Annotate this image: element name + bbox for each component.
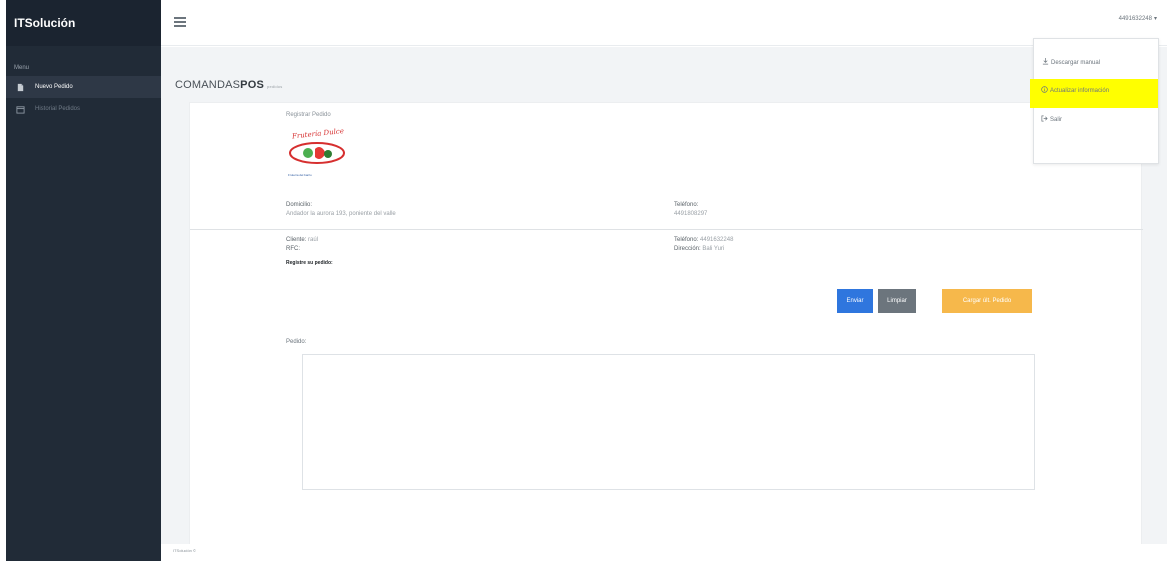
rfc-label: RFC: — [286, 246, 300, 252]
load-last-order-button[interactable]: Cargar últ. Pedido — [942, 289, 1032, 313]
section-divider — [190, 229, 1143, 230]
menu-heading: Menu — [14, 65, 30, 71]
cliente-label: Cliente: — [286, 237, 307, 243]
sidebar-item-historial-pedidos[interactable]: Historial Pedidos — [6, 98, 161, 120]
menu-item-label: Salir — [1050, 116, 1063, 123]
page-title-light: COMANDAS — [175, 79, 241, 91]
user-menu-toggle[interactable]: 4491632248 ▾ — [1118, 15, 1157, 23]
registro-label: Registre su pedido: — [286, 260, 333, 266]
hamburger-menu-icon[interactable] — [174, 17, 186, 29]
topbar: 4491632248 ▾ — [161, 0, 1167, 46]
app-root: ITSolución Menu Nuevo Pedido Historial P… — [0, 0, 1167, 561]
sidebar-item-label: Nuevo Pedido — [35, 84, 73, 90]
caret-down-icon: ▾ — [1153, 16, 1157, 22]
page-subtitle: pedidos — [267, 84, 283, 89]
pedido-label: Pedido: — [286, 339, 307, 345]
send-button[interactable]: Enviar — [837, 289, 873, 313]
form-title: Registrar Pedido — [286, 112, 331, 118]
telefono-cliente-value: 4491632248 — [700, 237, 734, 243]
direccion-value: Bali Yuri — [702, 246, 725, 252]
cliente-contact-block: Teléfono: 4491632248 Dirección: Bali Yur… — [674, 236, 733, 254]
user-phone: 4491632248 — [1118, 15, 1152, 22]
order-form-card: Registrar Pedido Frutería Dulce Frutería… — [189, 102, 1143, 551]
page-title: COMANDASPOS pedidos — [175, 79, 282, 91]
telefono-label: Teléfono: — [674, 202, 699, 208]
telefono-value: 4491808297 — [674, 211, 708, 217]
footer: ITSolución © — [161, 544, 1167, 561]
main-content: COMANDASPOS pedidos Registrar Pedido Frut… — [161, 47, 1167, 561]
file-icon — [16, 83, 25, 92]
direccion-label: Dirección: — [674, 246, 701, 252]
brand-logo[interactable]: ITSolución — [6, 0, 161, 46]
menu-item-actualizar-informacion[interactable]: Actualizar información — [1041, 86, 1109, 95]
telefono-block: Teléfono: 4491808297 — [674, 201, 707, 219]
menu-item-label: Actualizar información — [1050, 87, 1110, 94]
domicilio-value: Andador la aurora 193, poniente del vall… — [286, 211, 396, 217]
telefono-cliente-label: Teléfono: — [674, 237, 699, 243]
menu-item-descargar-manual[interactable]: Descargar manual — [1042, 58, 1100, 67]
store-logo: Frutería Dulce — [286, 127, 348, 173]
footer-text: ITSolución © — [173, 548, 196, 553]
calendar-icon — [16, 105, 25, 114]
sidebar: ITSolución Menu Nuevo Pedido Historial P… — [6, 0, 161, 561]
domicilio-block: Domicilio: Andador la aurora 193, ponien… — [286, 201, 396, 219]
svg-text:Frutería Dulce: Frutería Dulce — [291, 127, 345, 141]
pedido-textarea[interactable] — [302, 354, 1035, 490]
menu-item-salir[interactable]: Salir — [1041, 115, 1062, 124]
sidebar-item-nuevo-pedido[interactable]: Nuevo Pedido — [6, 76, 161, 98]
sidebar-item-label: Historial Pedidos — [35, 106, 81, 112]
menu-item-label: Descargar manual — [1051, 59, 1101, 66]
download-icon — [1042, 58, 1049, 67]
cliente-value: raúl — [308, 237, 319, 243]
clear-button[interactable]: Limpiar — [878, 289, 916, 313]
info-icon — [1041, 86, 1048, 95]
logout-icon — [1041, 115, 1048, 124]
domicilio-label: Domicilio: — [286, 202, 313, 208]
logo-caption: Frutería del barrio — [288, 173, 312, 177]
cliente-block: Cliente: raúl RFC: — [286, 236, 318, 254]
page-title-bold: POS — [240, 79, 265, 91]
